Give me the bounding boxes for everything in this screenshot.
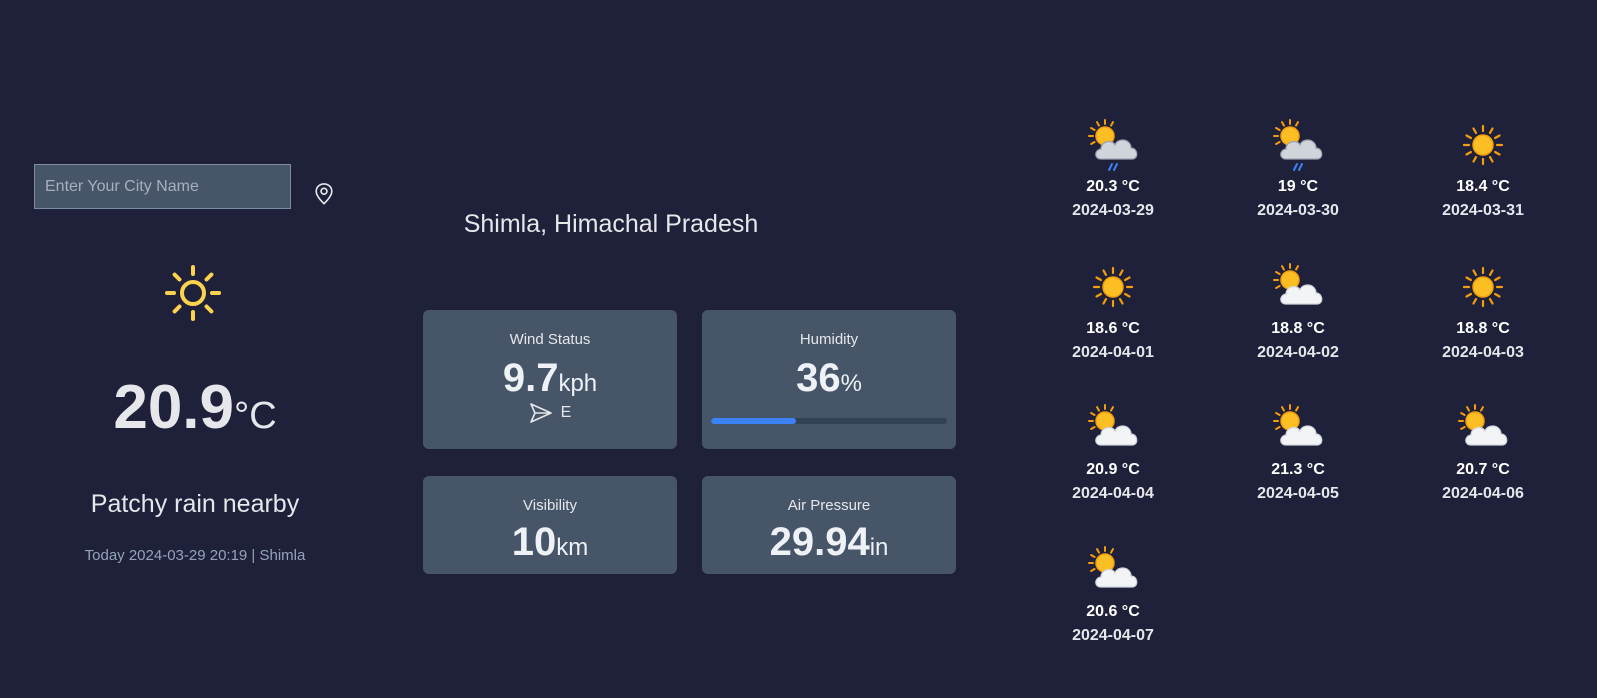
- visibility-card: Visibility 10km: [423, 476, 677, 574]
- sun-cloud-rain-icon: [1088, 119, 1138, 171]
- forecast-temp: 19 °C: [1277, 178, 1319, 195]
- forecast-date: 2024-04-07: [1072, 627, 1154, 644]
- pressure-value: 29.94in: [702, 520, 956, 565]
- weather-app: 20.9°C Patchy rain nearby Today 2024-03-…: [0, 0, 1597, 698]
- humidity-unit: %: [840, 370, 862, 397]
- visibility-value: 10km: [423, 520, 677, 565]
- wind-direction: E: [423, 402, 677, 424]
- forecast-day: 20.3 °C 2024-03-29: [1020, 118, 1206, 220]
- sun-icon: [1462, 124, 1504, 166]
- wind-label: Wind Status: [509, 331, 591, 348]
- wind-speed: 9.7: [502, 356, 559, 400]
- forecast-date: 2024-04-06: [1442, 485, 1524, 502]
- forecast-temp: 18.6 °C: [1086, 320, 1140, 337]
- forecast-day: 20.6 °C 2024-04-07: [1020, 543, 1206, 645]
- forecast-day: 19 °C 2024-03-30: [1205, 118, 1391, 220]
- forecast-temp: 21.3 °C: [1271, 461, 1325, 478]
- humidity-number: 36: [796, 356, 841, 400]
- forecast-temp: 18.8 °C: [1271, 320, 1325, 337]
- humidity-progress-track: [711, 418, 947, 424]
- forecast-temp: 18.4 °C: [1456, 178, 1510, 195]
- pressure-number: 29.94: [769, 520, 870, 564]
- city-search-input[interactable]: [34, 164, 291, 209]
- sun-cloud-icon: [1458, 404, 1508, 446]
- forecast-date: 2024-04-05: [1257, 485, 1339, 502]
- visibility-label: Visibility: [523, 497, 577, 514]
- forecast-date: 2024-04-02: [1257, 344, 1339, 361]
- forecast-day: 18.6 °C 2024-04-01: [1020, 260, 1206, 362]
- sun-cloud-icon: [1273, 263, 1323, 305]
- forecast-temp: 18.8 °C: [1456, 320, 1510, 337]
- forecast-date: 2024-03-30: [1257, 202, 1339, 219]
- forecast-day: 21.3 °C 2024-04-05: [1205, 401, 1391, 503]
- pressure-unit: in: [869, 534, 889, 561]
- forecast-temp: 20.7 °C: [1456, 461, 1510, 478]
- forecast-temp: 20.9 °C: [1086, 461, 1140, 478]
- forecast-date: 2024-03-31: [1442, 202, 1524, 219]
- current-weather-panel: 20.9°C Patchy rain nearby Today 2024-03-…: [0, 0, 390, 698]
- forecast-temp: 20.6 °C: [1086, 603, 1140, 620]
- wind-unit: kph: [558, 370, 598, 397]
- current-temperature: 20.9°C: [0, 372, 390, 443]
- forecast-temp: 20.3 °C: [1086, 178, 1140, 195]
- humidity-card: Humidity 36%: [702, 310, 956, 449]
- air-pressure-card: Air Pressure 29.94in: [702, 476, 956, 574]
- temperature-value: 20.9: [113, 373, 235, 442]
- humidity-progress-fill: [711, 418, 796, 424]
- forecast-date: 2024-04-01: [1072, 344, 1154, 361]
- forecast-date: 2024-03-29: [1072, 202, 1154, 219]
- send-arrow-icon: [529, 403, 552, 423]
- weather-condition: Patchy rain nearby: [90, 490, 300, 518]
- wind-direction-text: E: [560, 404, 572, 421]
- sun-icon: [1092, 266, 1134, 308]
- sun-outline-icon: [165, 265, 221, 321]
- forecast-date: 2024-04-03: [1442, 344, 1524, 361]
- pressure-label: Air Pressure: [787, 497, 871, 514]
- sun-cloud-icon: [1088, 404, 1138, 446]
- sun-icon: [1462, 266, 1504, 308]
- visibility-number: 10: [511, 520, 557, 564]
- location-title: Shimla, Himachal Pradesh: [463, 210, 759, 238]
- forecast-day: 20.7 °C 2024-04-06: [1390, 401, 1576, 503]
- forecast-day: 18.8 °C 2024-04-03: [1390, 260, 1576, 362]
- location-pin-icon[interactable]: [313, 182, 335, 206]
- visibility-unit: km: [556, 534, 589, 561]
- forecast-day: 20.9 °C 2024-04-04: [1020, 401, 1206, 503]
- sun-cloud-icon: [1273, 404, 1323, 446]
- date-location-line: Today 2024-03-29 20:19 | Shimla: [84, 547, 306, 564]
- temperature-unit: °C: [234, 395, 277, 437]
- humidity-label: Humidity: [799, 331, 859, 348]
- forecast-day: 18.8 °C 2024-04-02: [1205, 260, 1391, 362]
- wind-status-card: Wind Status 9.7kph E: [423, 310, 677, 449]
- humidity-value: 36%: [702, 356, 956, 401]
- sun-cloud-rain-icon: [1273, 119, 1323, 171]
- wind-value: 9.7kph: [423, 356, 677, 401]
- forecast-date: 2024-04-04: [1072, 485, 1154, 502]
- forecast-day: 18.4 °C 2024-03-31: [1390, 118, 1576, 220]
- sun-cloud-icon: [1088, 546, 1138, 588]
